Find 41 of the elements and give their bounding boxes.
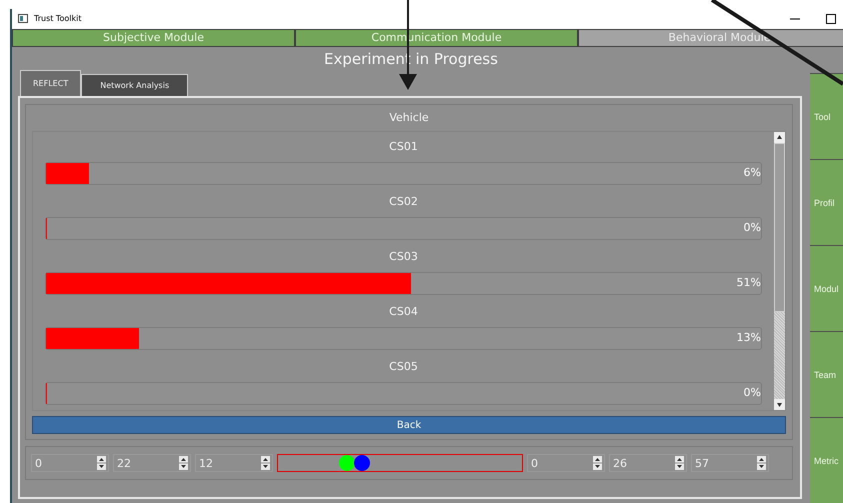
spin-arrows-icon[interactable] <box>757 456 766 470</box>
channel-label: CS03 <box>388 249 419 265</box>
scroll-up-icon[interactable] <box>774 132 785 143</box>
spin-arrows-icon[interactable] <box>675 456 684 470</box>
spin-arrows-icon[interactable] <box>593 456 602 470</box>
spin-box[interactable]: 22 <box>113 454 191 472</box>
start-handle[interactable] <box>339 455 355 471</box>
scroll-down-icon[interactable] <box>774 399 785 410</box>
percent-text: 0% <box>744 386 761 399</box>
scrollbar[interactable] <box>774 132 785 410</box>
spin-box[interactable]: 57 <box>691 454 769 472</box>
sidebar-button[interactable]: Tool <box>810 73 843 159</box>
spin-box[interactable]: 12 <box>195 454 273 472</box>
percent-text: 51% <box>736 276 761 289</box>
sidebar-button[interactable]: Metric <box>810 417 843 503</box>
back-button[interactable]: Back <box>32 416 786 434</box>
maximize-icon[interactable] <box>826 14 836 24</box>
tab[interactable]: Network Analysis <box>81 74 188 96</box>
window-title: Trust Toolkit <box>34 14 82 24</box>
spin-box[interactable]: 0 <box>527 454 605 472</box>
range-slider[interactable] <box>277 454 523 472</box>
sidebar-button[interactable]: Modul <box>810 245 843 331</box>
module-tab[interactable]: Subjective Module <box>12 28 295 47</box>
percent-text: 0% <box>744 221 761 234</box>
spin-arrows-icon[interactable] <box>179 456 188 470</box>
spin-arrows-icon[interactable] <box>97 456 106 470</box>
percent-text: 13% <box>736 331 761 344</box>
tab[interactable]: REFLECT <box>20 70 82 96</box>
sidebar-button[interactable]: Profil <box>810 159 843 245</box>
channel-label: CS04 <box>388 304 419 320</box>
channel-label: CS01 <box>388 139 419 155</box>
channel-label: CS05 <box>388 359 419 375</box>
channel-label: CS02 <box>388 194 419 210</box>
percent-text: 6% <box>744 166 761 179</box>
spin-box[interactable]: 0 <box>31 454 109 472</box>
sidebar-button[interactable]: Team <box>810 331 843 417</box>
group-title: Vehicle <box>388 110 430 126</box>
spin-box[interactable]: 26 <box>609 454 687 472</box>
spin-arrows-icon[interactable] <box>261 456 270 470</box>
end-handle[interactable] <box>354 455 370 471</box>
app-icon <box>18 14 28 24</box>
